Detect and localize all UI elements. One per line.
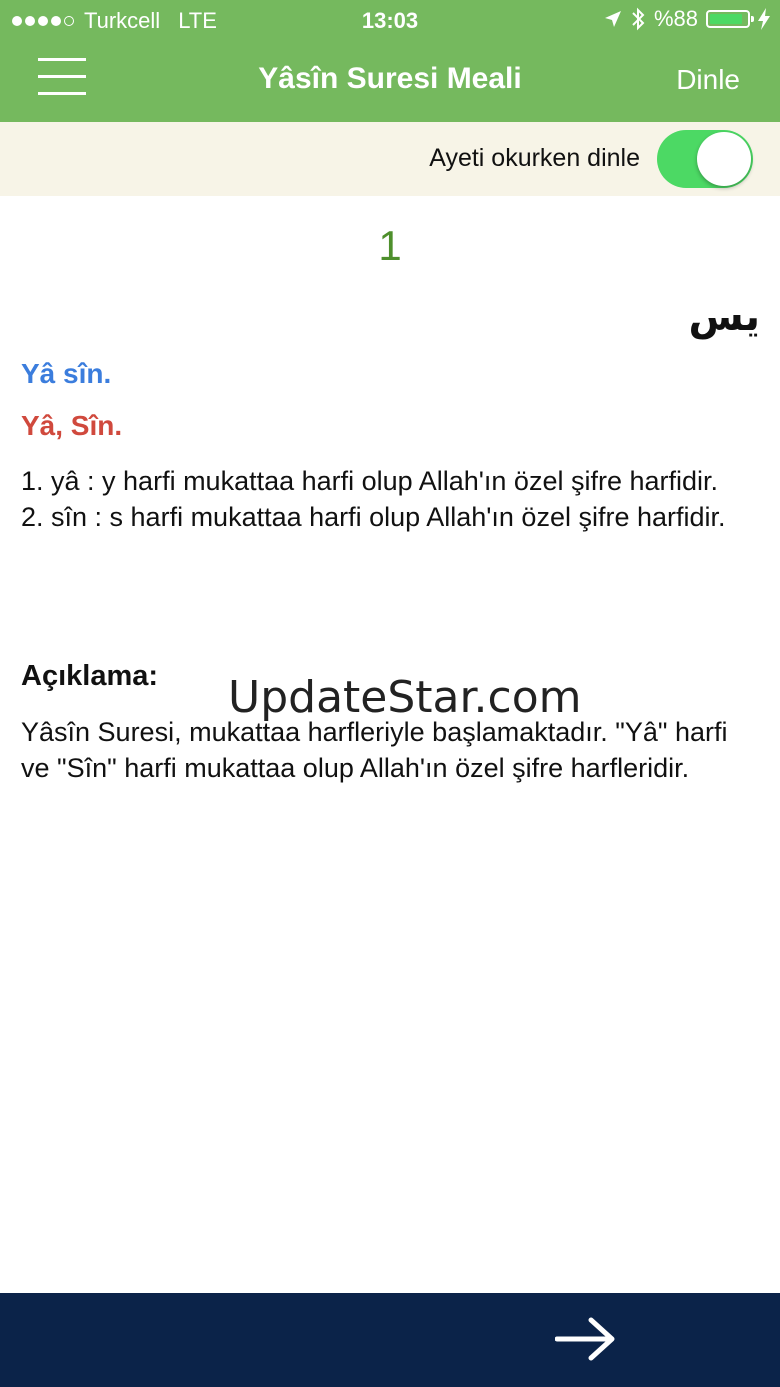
translation-text: Yâ, Sîn.: [21, 410, 123, 441]
word-notes: 1. yâ : y harfi mukattaa harfi olup Alla…: [21, 463, 761, 535]
status-right: %88: [604, 6, 770, 32]
switch-knob: [697, 132, 751, 186]
word-note: 1. yâ : y harfi mukattaa harfi olup Alla…: [21, 466, 719, 496]
app-header: Turkcell LTE 13:03 %88 Yâsîn Suresi Meal: [0, 0, 780, 122]
toggle-label: Ayeti okurken dinle: [429, 144, 640, 172]
explanation-heading: Açıklama:: [21, 660, 159, 692]
location-arrow-icon: [604, 11, 621, 27]
page-title: Yâsîn Suresi Meali: [258, 62, 522, 95]
navigation-bar: Yâsîn Suresi Meali Dinle: [0, 40, 780, 122]
battery-icon: [706, 10, 754, 28]
arabic-text: يس: [688, 294, 760, 340]
charging-bolt-icon: [758, 8, 770, 30]
explanation-text: Yâsîn Suresi, mukattaa harfleriyle başla…: [21, 717, 728, 783]
word-note: 2. sîn : s harfi mukattaa harfi olup All…: [21, 502, 726, 532]
listen-button[interactable]: Dinle: [676, 64, 740, 96]
bottom-navigation-bar: [0, 1293, 780, 1387]
status-bar: Turkcell LTE 13:03 %88: [0, 0, 780, 40]
battery-percent: %88: [653, 6, 698, 31]
verse-number: 1: [378, 222, 402, 269]
arrow-right-icon[interactable]: [555, 1317, 615, 1361]
transliteration-text: Yâ sîn.: [21, 358, 112, 389]
bluetooth-icon: [632, 7, 645, 31]
listen-while-reading-switch[interactable]: [657, 130, 753, 188]
